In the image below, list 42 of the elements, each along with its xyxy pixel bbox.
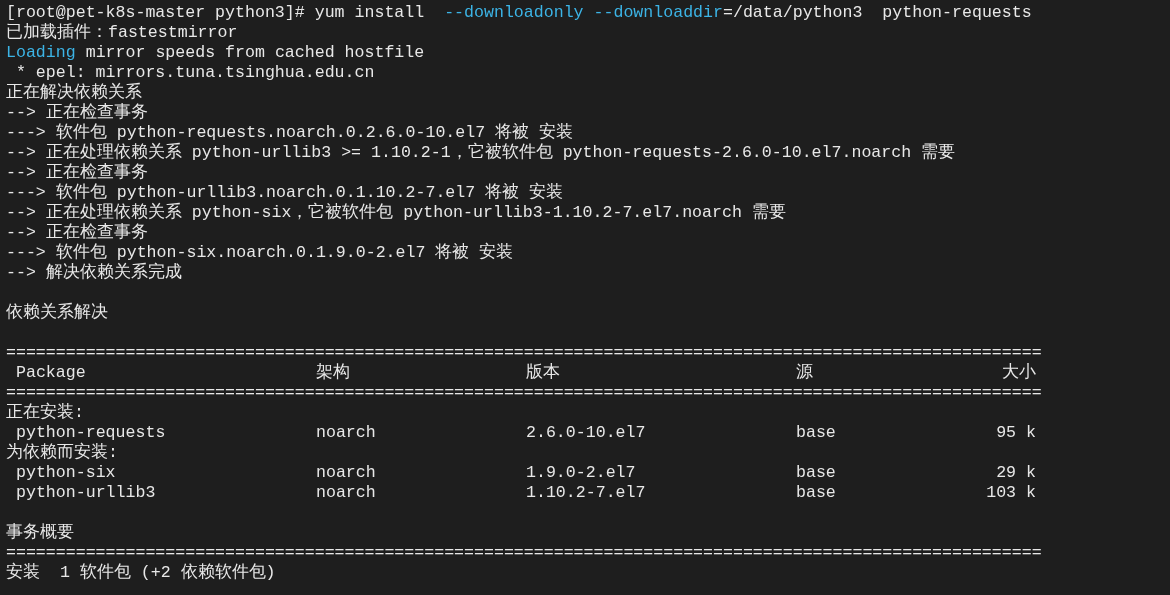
- table-cell-text: base: [796, 483, 837, 503]
- column-header: 源: [796, 363, 814, 383]
- table-cell-text: python-requests: [16, 423, 167, 442]
- terminal-line: 依赖关系解决: [6, 303, 108, 323]
- terminal-line: --> 正在检查事务: [6, 163, 148, 183]
- table-cell-text: base: [796, 463, 837, 483]
- table-cell-text: 1.9.0-2.el7: [526, 463, 637, 483]
- table-cell-text: noarch: [316, 423, 377, 443]
- terminal-line: ---> 软件包 python-requests.noarch.0.2.6.0-10.el7 将被 安装: [6, 123, 574, 142]
- terminal-line: ---> 软件包 python-six.noarch.0.1.9.0-2.el7 将被 安装: [6, 243, 514, 262]
- table-cell-text: base: [796, 423, 837, 443]
- group-label: 为依赖而安装:: [6, 443, 118, 463]
- column-header: 大小: [1002, 363, 1036, 383]
- terminal-line: ---> 软件包 python-urllib3.noarch.0.1.10.2-7.el7 将被 安装: [6, 183, 564, 202]
- table-cell-text: 1.10.2-7.el7: [526, 483, 647, 503]
- terminal-line: 正在解决依赖关系: [6, 83, 142, 103]
- separator-line: ========================================================================================================: [6, 543, 1042, 562]
- table-cell-text: noarch: [316, 483, 377, 503]
- column-header: 架构: [316, 363, 351, 383]
- terminal-line: --> 正在处理依赖关系 python-six，它被软件包 python-urllib3-1.10.2-7.el7.noarch 需要: [6, 203, 786, 223]
- terminal-line: * epel: mirrors.tuna.tsinghua.edu.cn: [14, 63, 375, 82]
- terminal-line: --> 正在检查事务: [6, 223, 148, 243]
- terminal-line: 已加载插件：fastestmirror: [6, 23, 238, 43]
- section-title: 事务概要: [6, 523, 74, 543]
- table-cell: 95 k: [996, 423, 1036, 443]
- terminal-line: --> 正在检查事务: [6, 103, 148, 123]
- group-label: 正在安装:: [6, 403, 84, 423]
- table-cell-text: python-six: [16, 463, 117, 483]
- table-cell: 103 k: [986, 483, 1036, 503]
- terminal-line: --> 正在处理依赖关系 python-urllib3 >= 1.10.2-1，它被软件包 python-requests-2.6.0-10.el7.noarch 需要: [6, 143, 956, 163]
- terminal-line: Loading mirror speeds from cached hostfile: [6, 43, 425, 63]
- column-header: Package: [16, 363, 87, 383]
- column-header: 版本: [526, 363, 561, 383]
- table-cell: 29 k: [996, 463, 1036, 483]
- terminal-line: 安装 1 软件包 (+2 依赖软件包): [6, 563, 276, 583]
- terminal-line: [root@pet-k8s-master python3]# yum install --downloadonly --downloaddir=/data/python3 python-requests: [6, 3, 1032, 23]
- table-cell-text: noarch: [316, 463, 377, 483]
- separator-line: ========================================================================================================: [6, 343, 1042, 363]
- terminal-line: --> 解决依赖关系完成: [6, 263, 182, 283]
- separator-line: ========================================================================================================: [6, 383, 1042, 402]
- table-cell-text: 2.6.0-10.el7: [526, 423, 647, 443]
- table-cell-text: python-urllib3: [16, 483, 157, 503]
